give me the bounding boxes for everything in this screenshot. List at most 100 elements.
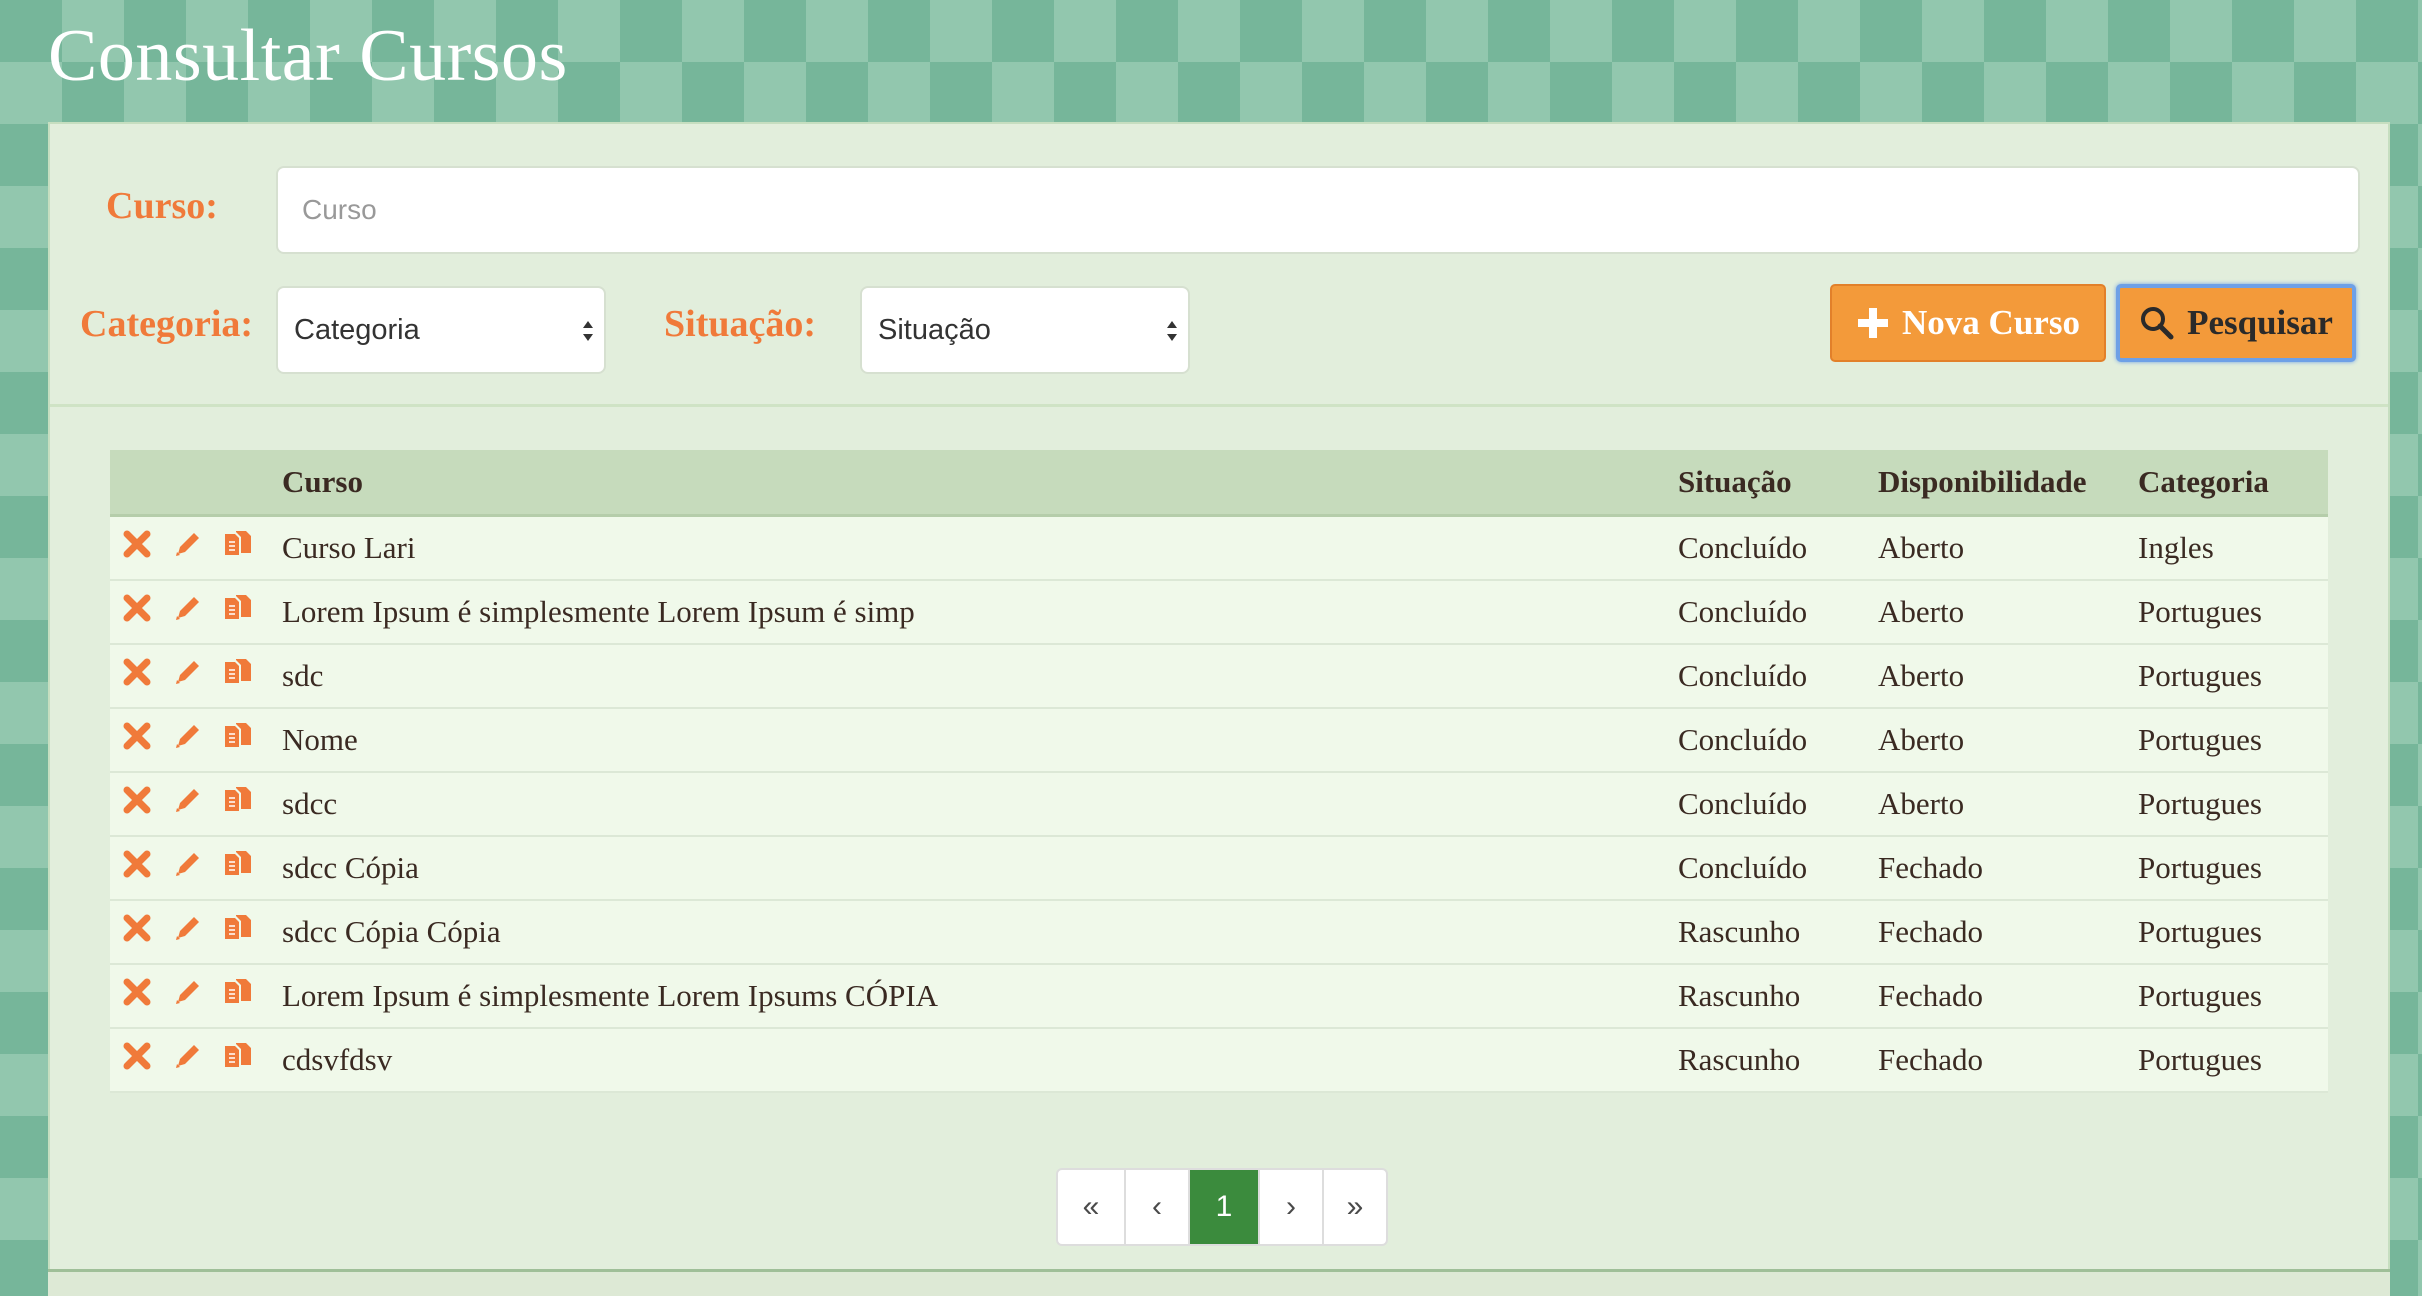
close-icon[interactable] [122,593,172,631]
cell-disponibilidade: Fechado [1878,964,2138,1029]
pagination: « ‹ 1 › » [1056,1168,1388,1246]
cell-situacao: Concluído [1678,772,1878,837]
pencil-icon[interactable] [172,720,222,760]
pencil-icon[interactable] [172,784,222,824]
copy-icon[interactable] [222,1040,272,1080]
header-disponibilidade: Disponibilidade [1878,450,2138,517]
close-icon[interactable] [122,849,172,887]
row-actions [110,644,282,709]
nova-curso-button[interactable]: Nova Curso [1830,284,2106,362]
cell-categoria: Portugues [2138,772,2328,837]
cell-categoria: Portugues [2138,836,2328,901]
situacao-select[interactable]: Situação [860,286,1190,374]
table-row: sdcc Concluído Aberto Portugues [110,772,2328,837]
pencil-icon[interactable] [172,592,222,632]
cell-curso: sdcc [282,772,1678,837]
close-icon[interactable] [122,657,172,695]
table-row: cdsvfdsv Rascunho Fechado Portugues [110,1028,2328,1093]
cell-situacao: Rascunho [1678,1028,1878,1093]
table-row: sdc Concluído Aberto Portugues [110,644,2328,709]
close-icon[interactable] [122,913,172,951]
cell-situacao: Concluído [1678,644,1878,709]
close-icon[interactable] [122,785,172,823]
close-icon[interactable] [122,977,172,1015]
actions-header [110,450,282,517]
pesquisar-label: Pesquisar [2187,303,2333,342]
row-actions [110,708,282,773]
categoria-select[interactable]: Categoria [276,286,606,374]
situacao-label: Situação: [664,303,816,345]
categoria-label: Categoria: [80,303,254,345]
cell-disponibilidade: Fechado [1878,900,2138,965]
row-actions [110,515,282,581]
copy-icon[interactable] [222,720,272,760]
cell-categoria: Portugues [2138,580,2328,645]
cell-disponibilidade: Aberto [1878,580,2138,645]
cell-situacao: Rascunho [1678,964,1878,1029]
plus-icon [1858,308,1889,338]
copy-icon[interactable] [222,912,272,952]
pencil-icon[interactable] [172,656,222,696]
close-icon[interactable] [122,721,172,759]
copy-icon[interactable] [222,656,272,696]
copy-icon[interactable] [222,528,272,568]
table-row: Lorem Ipsum é simplesmente Lorem Ipsum é… [110,580,2328,645]
pencil-icon[interactable] [172,912,222,952]
table-row: Curso Lari Concluído Aberto Ingles [110,515,2328,581]
cell-disponibilidade: Aberto [1878,772,2138,837]
table-row: Nome Concluído Aberto Portugues [110,708,2328,773]
cell-categoria: Ingles [2138,515,2328,581]
header-categoria: Categoria [2138,450,2328,517]
cell-disponibilidade: Aberto [1878,644,2138,709]
row-actions [110,900,282,965]
cell-disponibilidade: Fechado [1878,836,2138,901]
cell-situacao: Concluído [1678,708,1878,773]
divider [50,404,2388,407]
table-row: sdcc Cópia Concluído Fechado Portugues [110,836,2328,901]
row-actions [110,836,282,901]
search-icon [2141,307,2174,340]
copy-icon[interactable] [222,592,272,632]
cell-situacao: Concluído [1678,836,1878,901]
copy-icon[interactable] [222,784,272,824]
select-arrows-icon [583,321,593,341]
cell-curso: Curso Lari [282,515,1678,581]
close-icon[interactable] [122,529,172,567]
header-situacao: Situação [1678,450,1878,517]
cell-curso: sdc [282,644,1678,709]
pencil-icon[interactable] [172,848,222,888]
footer-strip [48,1269,2390,1296]
page-title: Consultar Cursos [48,15,568,97]
pencil-icon[interactable] [172,976,222,1016]
header-curso: Curso [282,450,1678,517]
nova-curso-label: Nova Curso [1902,303,2080,342]
search-panel: Curso: Curso Categoria: Categoria Situaç… [48,122,2390,1296]
copy-icon[interactable] [222,848,272,888]
curso-input[interactable]: Curso [276,166,2360,254]
cell-disponibilidade: Aberto [1878,708,2138,773]
pesquisar-button[interactable]: Pesquisar [2116,284,2356,362]
cell-categoria: Portugues [2138,708,2328,773]
cell-disponibilidade: Aberto [1878,515,2138,581]
cell-curso: Lorem Ipsum é simplesmente Lorem Ipsums … [282,964,1678,1029]
cell-categoria: Portugues [2138,900,2328,965]
close-icon[interactable] [122,1041,172,1079]
pencil-icon[interactable] [172,1040,222,1080]
page-next-button[interactable]: › [1258,1170,1322,1244]
cursos-table: Curso Situação Disponibilidade Categoria… [110,450,2328,1093]
cell-curso: Lorem Ipsum é simplesmente Lorem Ipsum é… [282,580,1678,645]
cell-curso: sdcc Cópia Cópia [282,900,1678,965]
select-arrows-icon [1167,321,1177,341]
table-header-row: Curso Situação Disponibilidade Categoria [110,450,2328,517]
table-row: Lorem Ipsum é simplesmente Lorem Ipsums … [110,964,2328,1029]
page-prev-button[interactable]: ‹ [1124,1170,1188,1244]
page-current-button[interactable]: 1 [1188,1170,1258,1244]
page-last-button[interactable]: » [1322,1170,1386,1244]
row-actions [110,580,282,645]
row-actions [110,1028,282,1093]
page-first-button[interactable]: « [1058,1170,1124,1244]
cell-curso: sdcc Cópia [282,836,1678,901]
cell-curso: Nome [282,708,1678,773]
copy-icon[interactable] [222,976,272,1016]
pencil-icon[interactable] [172,528,222,568]
